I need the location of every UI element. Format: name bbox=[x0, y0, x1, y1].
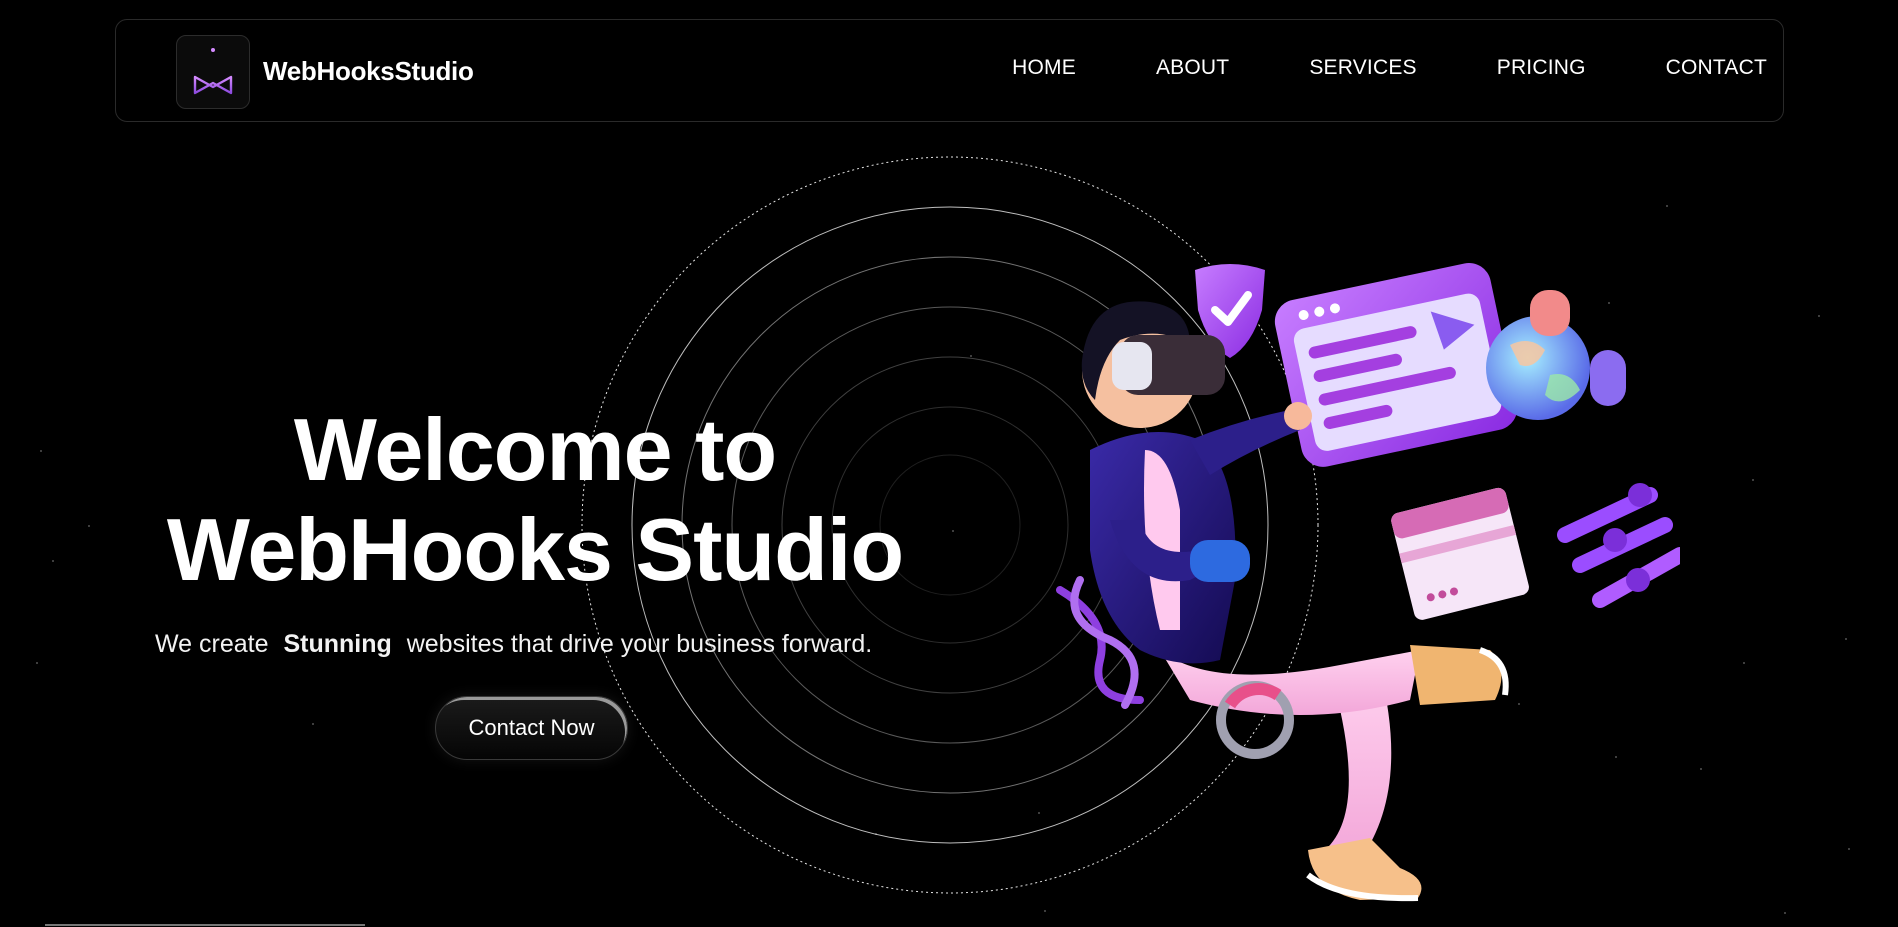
castle-logo-icon bbox=[193, 48, 233, 95]
vr-developer-illustration bbox=[1056, 262, 1680, 902]
contact-now-button[interactable]: Contact Now bbox=[435, 696, 628, 760]
hero-subtitle-start: We create bbox=[155, 630, 269, 658]
hero-subtitle-emphasis: Stunning bbox=[283, 630, 392, 658]
globe-icon bbox=[1486, 290, 1626, 420]
hero-title-line1: Welcome to bbox=[293, 400, 777, 499]
nav-pricing[interactable]: PRICING bbox=[1497, 56, 1586, 80]
divider-line bbox=[45, 924, 365, 926]
nav-home[interactable]: HOME bbox=[1012, 56, 1076, 80]
page: WebHooksStudio HOME ABOUT SERVICES PRICI… bbox=[0, 0, 1898, 927]
brand-name[interactable]: WebHooksStudio bbox=[263, 56, 474, 87]
nav-services[interactable]: SERVICES bbox=[1309, 56, 1416, 80]
hero-title-line2: WebHooks Studio bbox=[166, 500, 904, 599]
logo[interactable] bbox=[176, 35, 250, 109]
hero-subtitle: We create Stunning websites that drive y… bbox=[155, 630, 872, 659]
nav-contact[interactable]: CONTACT bbox=[1666, 56, 1767, 80]
nav-about[interactable]: ABOUT bbox=[1156, 56, 1229, 80]
hero-title: Welcome to WebHooks Studio bbox=[150, 400, 920, 600]
browser-window-icon bbox=[1274, 262, 1518, 467]
navbar: WebHooksStudio HOME ABOUT SERVICES PRICI… bbox=[115, 19, 1784, 122]
hero-subtitle-end: websites that drive your business forwar… bbox=[406, 630, 873, 658]
sliders-icon bbox=[1557, 483, 1680, 608]
nav-links: HOME ABOUT SERVICES PRICING CONTACT bbox=[932, 56, 1767, 80]
card-window-icon bbox=[1391, 487, 1529, 620]
